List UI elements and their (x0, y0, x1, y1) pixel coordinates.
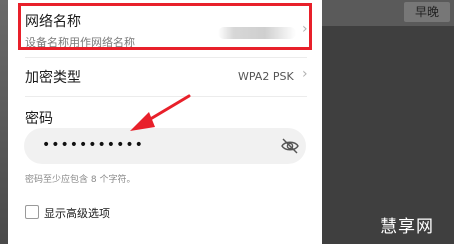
corner-badge: 早晚 (404, 2, 450, 22)
site-watermark: 慧享网 (380, 217, 434, 237)
red-arrow-annotation (130, 94, 191, 131)
background-left-edge (0, 0, 8, 244)
background-right-panel (322, 0, 454, 244)
wifi-hotspot-settings-screen: 网络名称 设备名称用作网络名称 › 加密类型 WPA2 PSK › 密码 •••… (8, 0, 322, 244)
